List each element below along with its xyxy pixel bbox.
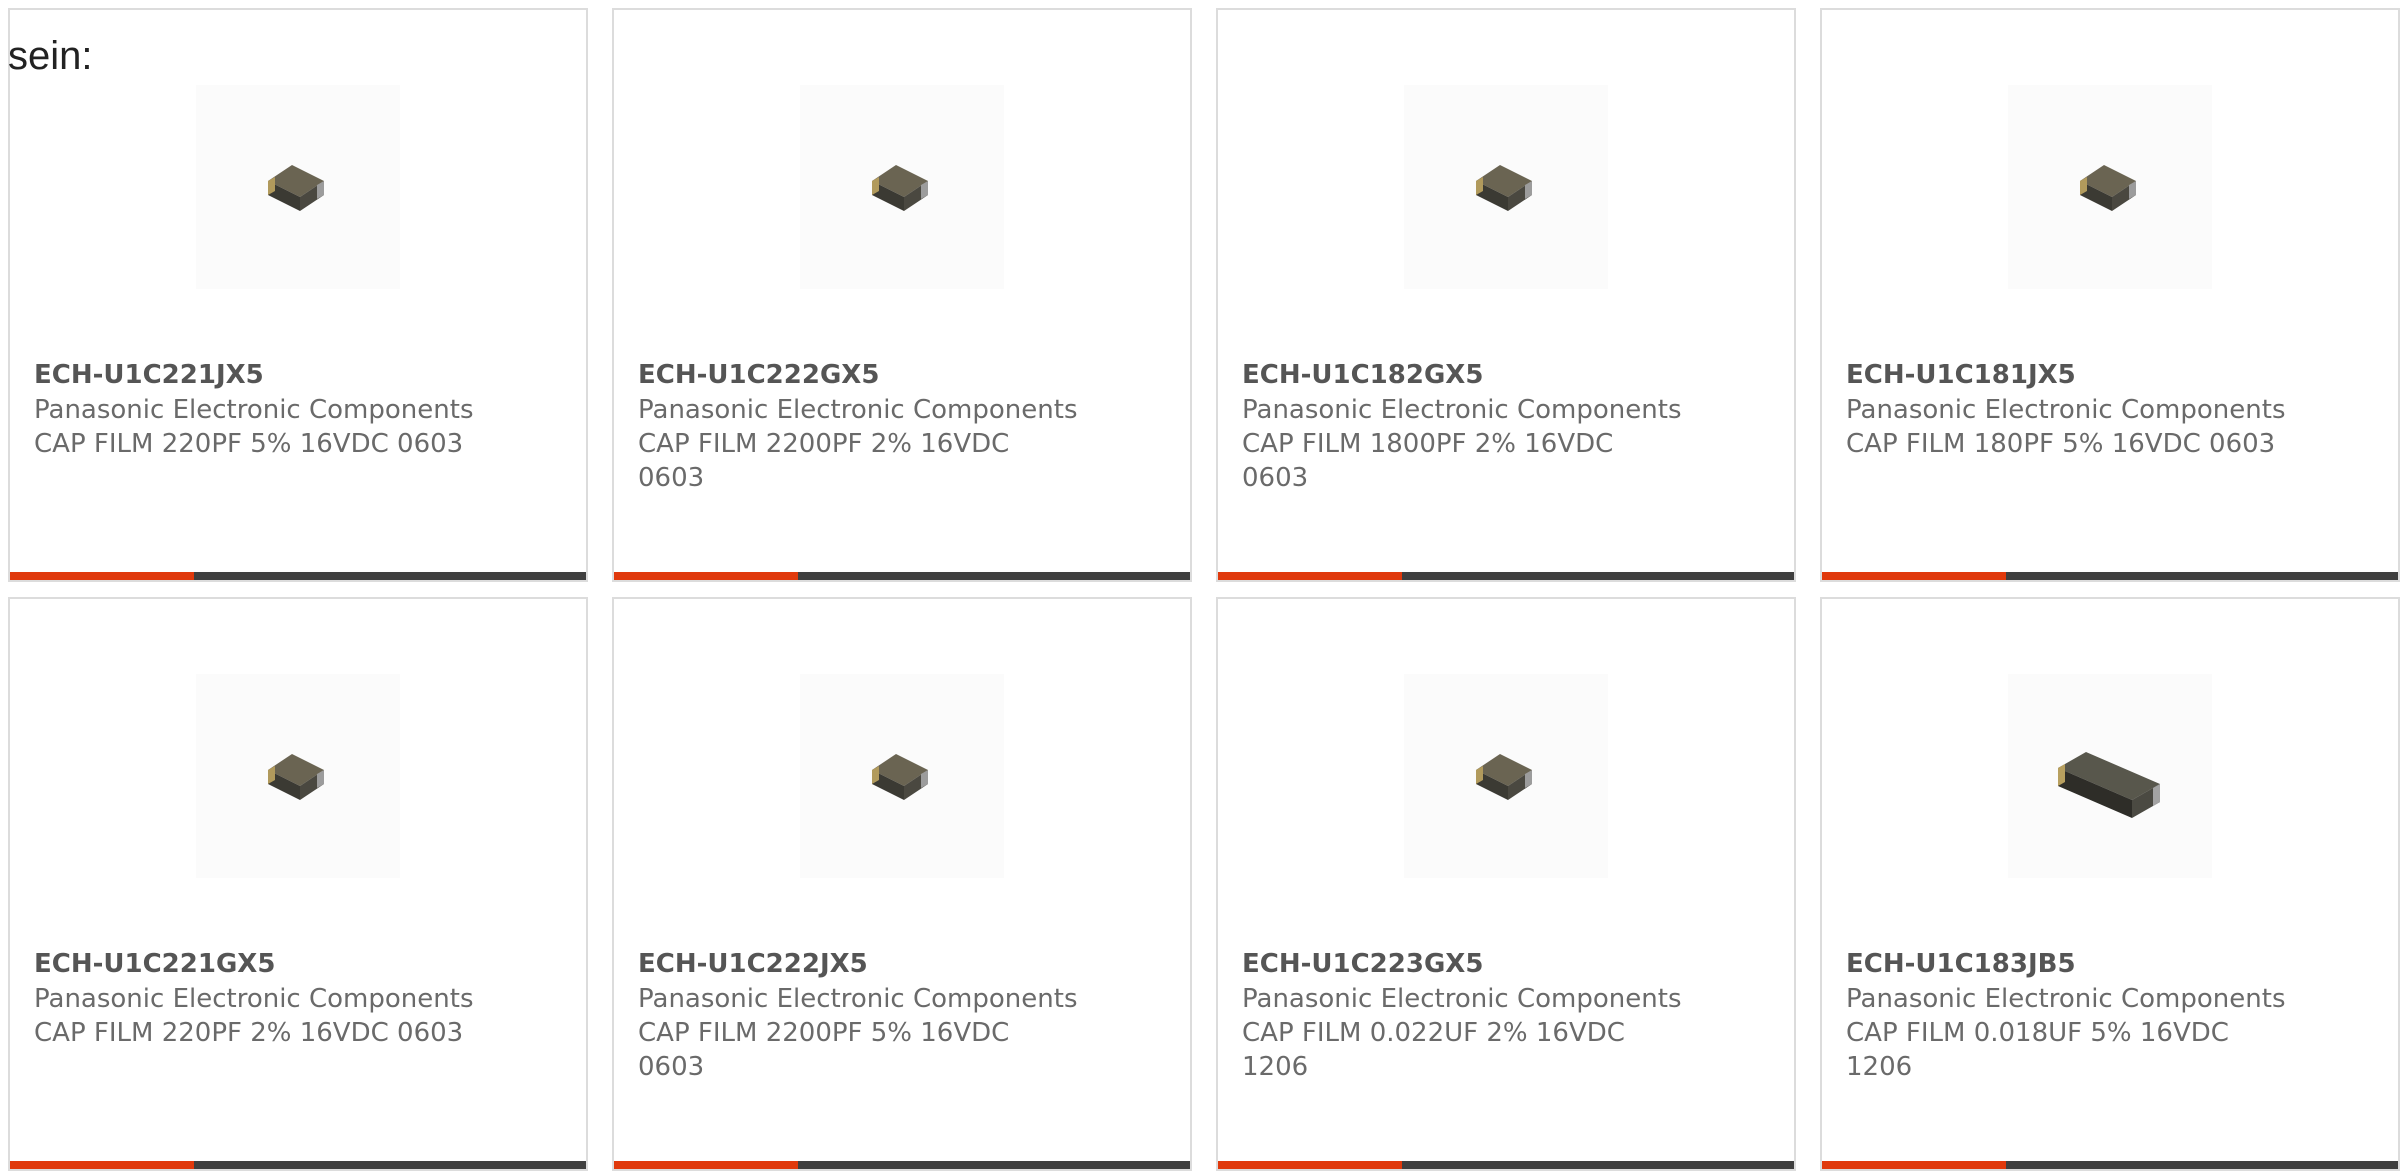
manufacturer: Panasonic Electronic Components	[638, 984, 1078, 1014]
card-bar-accent	[1218, 1161, 1402, 1169]
card-bar-accent	[614, 1161, 798, 1169]
capacitor-0603-chip-icon	[872, 165, 928, 211]
manufacturer: Panasonic Electronic Components	[34, 395, 474, 425]
manufacturer: Panasonic Electronic Components	[1846, 395, 2286, 425]
capacitor-0603-chip-icon	[268, 754, 324, 800]
card-bar-accent	[10, 572, 194, 580]
card-bar-accent	[1822, 1161, 2006, 1169]
part-number[interactable]: ECH-U1C222GX5	[638, 358, 879, 392]
part-number[interactable]: ECH-U1C221GX5	[34, 947, 275, 981]
description: CAP FILM 220PF 5% 16VDC 0603	[34, 429, 464, 459]
product-card[interactable]: ECH-U1C221JX5 Panasonic Electronic Compo…	[8, 8, 588, 582]
manufacturer: Panasonic Electronic Components	[638, 395, 1078, 425]
part-number[interactable]: ECH-U1C221JX5	[34, 358, 264, 392]
product-card[interactable]: ECH-U1C181JX5 Panasonic Electronic Compo…	[1820, 8, 2400, 582]
manufacturer: Panasonic Electronic Components	[34, 984, 474, 1014]
description: CAP FILM 220PF 2% 16VDC 0603	[34, 1018, 464, 1048]
card-bar-accent	[10, 1161, 194, 1169]
description: CAP FILM 0.018UF 5% 16VDC 1206	[1846, 1018, 2229, 1082]
card-bar-accent	[1218, 572, 1402, 580]
card-bar	[614, 572, 1190, 580]
part-number[interactable]: ECH-U1C223GX5	[1242, 947, 1483, 981]
part-number[interactable]: ECH-U1C181JX5	[1846, 358, 2076, 392]
manufacturer: Panasonic Electronic Components	[1242, 395, 1682, 425]
description: CAP FILM 2200PF 2% 16VDC 0603	[638, 429, 1010, 493]
description: CAP FILM 180PF 5% 16VDC 0603	[1846, 429, 2276, 459]
manufacturer: Panasonic Electronic Components	[1846, 984, 2286, 1014]
product-card[interactable]: ECH-U1C222JX5 Panasonic Electronic Compo…	[612, 597, 1192, 1171]
product-image[interactable]	[800, 85, 1004, 289]
product-card[interactable]: ECH-U1C182GX5 Panasonic Electronic Compo…	[1216, 8, 1796, 582]
card-bar	[10, 1161, 586, 1169]
manufacturer: Panasonic Electronic Components	[1242, 984, 1682, 1014]
product-card[interactable]: ECH-U1C183JB5 Panasonic Electronic Compo…	[1820, 597, 2400, 1171]
product-card[interactable]: ECH-U1C223GX5 Panasonic Electronic Compo…	[1216, 597, 1796, 1171]
capacitor-1206-chip-icon	[2058, 752, 2160, 818]
product-image[interactable]	[196, 674, 400, 878]
product-card[interactable]: ECH-U1C222GX5 Panasonic Electronic Compo…	[612, 8, 1192, 582]
description: CAP FILM 0.022UF 2% 16VDC 1206	[1242, 1018, 1625, 1082]
capacitor-0603-chip-icon	[1476, 754, 1532, 800]
product-image[interactable]	[800, 674, 1004, 878]
card-bar	[1218, 572, 1794, 580]
part-number[interactable]: ECH-U1C182GX5	[1242, 358, 1483, 392]
product-image[interactable]	[1404, 674, 1608, 878]
product-card[interactable]: ECH-U1C221GX5 Panasonic Electronic Compo…	[8, 597, 588, 1171]
card-bar	[1822, 1161, 2398, 1169]
product-image[interactable]	[1404, 85, 1608, 289]
capacitor-0603-chip-icon	[268, 165, 324, 211]
description: CAP FILM 1800PF 2% 16VDC 0603	[1242, 429, 1614, 493]
product-image[interactable]	[196, 85, 400, 289]
part-number[interactable]: ECH-U1C183JB5	[1846, 947, 2076, 981]
product-image[interactable]	[2008, 674, 2212, 878]
card-bar	[1218, 1161, 1794, 1169]
card-bar	[614, 1161, 1190, 1169]
description: CAP FILM 2200PF 5% 16VDC 0603	[638, 1018, 1010, 1082]
part-number[interactable]: ECH-U1C222JX5	[638, 947, 868, 981]
product-grid: ECH-U1C221JX5 Panasonic Electronic Compo…	[0, 0, 2400, 1171]
capacitor-0603-chip-icon	[1476, 165, 1532, 211]
card-bar-accent	[1822, 572, 2006, 580]
card-bar	[1822, 572, 2398, 580]
intro-text: sein:	[8, 34, 93, 78]
capacitor-0603-chip-icon	[872, 754, 928, 800]
capacitor-0603-chip-icon	[2080, 165, 2136, 211]
card-bar-accent	[614, 572, 798, 580]
card-bar	[10, 572, 586, 580]
product-image[interactable]	[2008, 85, 2212, 289]
